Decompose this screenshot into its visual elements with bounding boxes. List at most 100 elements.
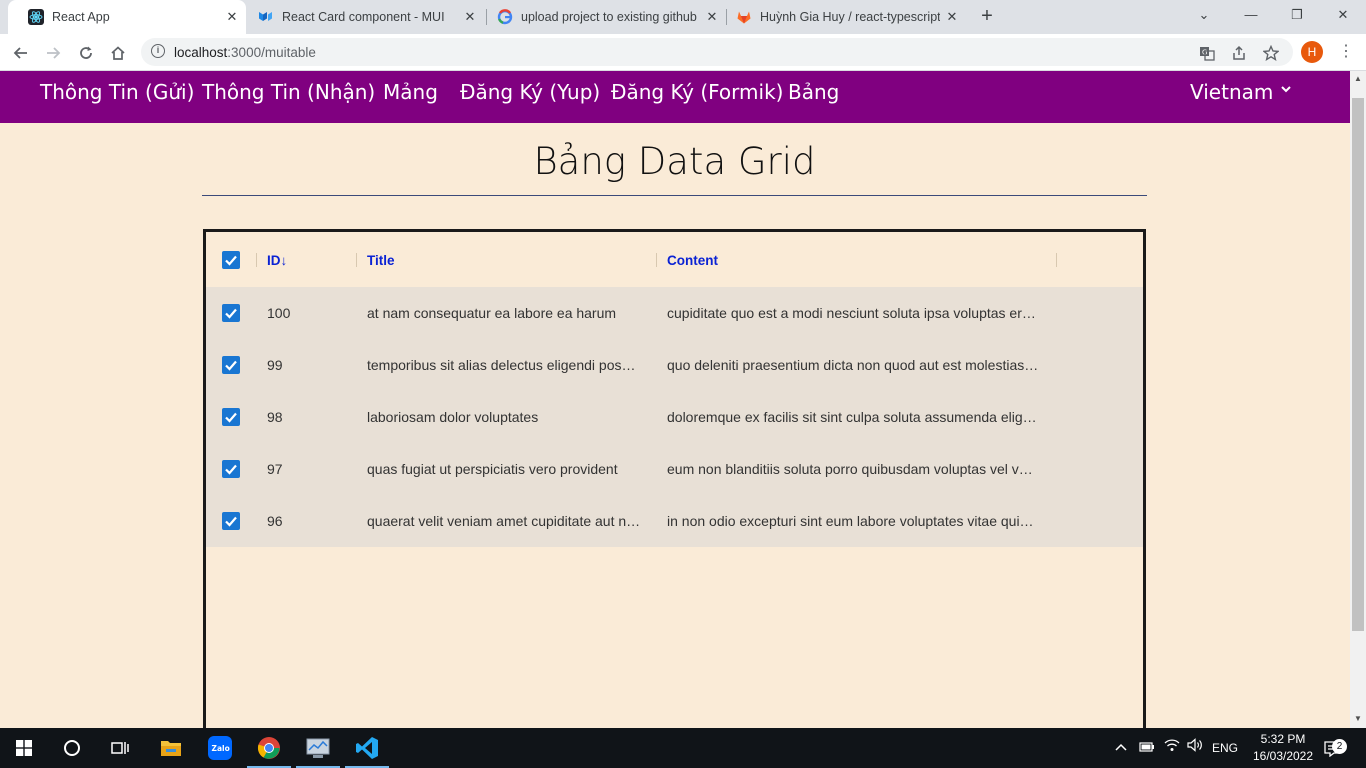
show-hidden-icons-chevron-icon[interactable]	[1114, 728, 1128, 768]
close-tab-icon[interactable]: ✕	[462, 9, 478, 25]
nav-bang[interactable]: Bảng	[788, 71, 839, 123]
task-view-icon[interactable]	[96, 728, 144, 768]
tab-title: upload project to existing github	[521, 10, 697, 24]
browser-tab-strip: React App ✕ React Card component - MUI ✕…	[0, 0, 1366, 34]
tab-google-search[interactable]: upload project to existing github ✕	[477, 0, 726, 34]
column-header-title[interactable]: Title	[367, 253, 395, 268]
select-all-checkbox[interactable]	[222, 251, 240, 269]
page-scrollbar[interactable]: ▲ ▼	[1350, 71, 1366, 728]
row-checkbox[interactable]	[222, 304, 240, 322]
page-title: Bảng Data Grid	[533, 140, 816, 183]
battery-icon[interactable]	[1139, 728, 1155, 768]
cell-id: 100	[267, 305, 291, 321]
cell-content: doloremque ex facilis sit sint culpa sol…	[667, 409, 1037, 425]
nav-thong-tin-gui[interactable]: Thông Tin (Gửi)	[40, 71, 194, 123]
grid-header-row: ID↓ Title Content	[206, 232, 1143, 287]
zalo-icon[interactable]: Zalo	[196, 728, 244, 768]
title-divider	[202, 195, 1147, 196]
tab-mui-card[interactable]: React Card component - MUI ✕	[238, 0, 484, 34]
column-separator[interactable]	[1056, 253, 1057, 267]
react-icon	[28, 9, 44, 25]
row-checkbox[interactable]	[222, 460, 240, 478]
url-path: :3000/muitable	[227, 45, 316, 60]
vscode-icon[interactable]	[343, 728, 391, 768]
row-checkbox[interactable]	[222, 356, 240, 374]
table-row[interactable]: 98 laboriosam dolor voluptates doloremqu…	[206, 391, 1143, 443]
table-row[interactable]: 100 at nam consequatur ea labore ea haru…	[206, 287, 1143, 339]
column-separator[interactable]	[656, 253, 657, 267]
cell-id: 97	[267, 461, 283, 477]
bookmark-star-icon[interactable]	[1262, 44, 1280, 64]
new-tab-button[interactable]: +	[975, 5, 999, 29]
svg-text:Zalo: Zalo	[212, 744, 230, 753]
grid-body: 100 at nam consequatur ea labore ea haru…	[206, 287, 1143, 547]
chevron-down-icon[interactable]	[1280, 81, 1292, 97]
notification-count-badge: 2	[1332, 739, 1347, 754]
system-clock[interactable]: 5:32 PM 16/03/2022	[1248, 731, 1318, 765]
translate-icon[interactable]: G	[1199, 45, 1215, 64]
google-icon	[497, 9, 513, 25]
more-menu-icon[interactable]: ⋮	[1338, 41, 1354, 63]
back-arrow-icon[interactable]	[8, 40, 34, 66]
row-checkbox[interactable]	[222, 408, 240, 426]
table-row[interactable]: 97 quas fugiat ut perspiciatis vero prov…	[206, 443, 1143, 495]
column-header-content[interactable]: Content	[667, 253, 718, 268]
nav-dang-ky-formik[interactable]: Đăng Ký (Formik)	[611, 71, 783, 123]
share-icon[interactable]	[1231, 45, 1247, 64]
nav-mang[interactable]: Mảng	[383, 71, 438, 123]
wifi-icon[interactable]	[1164, 728, 1180, 768]
cell-id: 96	[267, 513, 283, 529]
browser-toolbar: i localhost:3000/muitable G H ⋮	[0, 34, 1366, 71]
forward-arrow-icon[interactable]	[40, 40, 66, 66]
minimize-button[interactable]: —	[1228, 0, 1274, 30]
tab-gitlab[interactable]: Huỳnh Gia Huy / react-typescript ✕	[716, 0, 966, 34]
cell-id: 98	[267, 409, 283, 425]
cell-id: 99	[267, 357, 283, 373]
table-row[interactable]: 99 temporibus sit alias delectus eligend…	[206, 339, 1143, 391]
clock-date: 16/03/2022	[1252, 749, 1314, 763]
close-window-button[interactable]: ✕	[1320, 0, 1366, 30]
profile-avatar[interactable]: H	[1301, 41, 1323, 63]
column-header-id[interactable]: ID↓	[267, 253, 287, 268]
volume-icon[interactable]	[1187, 728, 1203, 768]
file-explorer-icon[interactable]	[147, 728, 195, 768]
sort-arrow-down-icon[interactable]: ↓	[281, 253, 288, 268]
system-monitor-icon[interactable]	[294, 728, 342, 768]
input-language-indicator[interactable]: ENG	[1212, 728, 1238, 768]
tab-react-app[interactable]: React App ✕	[8, 0, 246, 34]
country-select[interactable]: Vietnam	[1190, 71, 1273, 123]
tab-title: React Card component - MUI	[282, 10, 445, 24]
search-icon[interactable]	[48, 728, 96, 768]
table-row[interactable]: 96 quaerat velit veniam amet cupiditate …	[206, 495, 1143, 547]
cell-content: quo deleniti praesentium dicta non quod …	[667, 357, 1039, 373]
cell-content: in non odio excepturi sint eum labore vo…	[667, 513, 1034, 529]
scrollbar-thumb[interactable]	[1352, 98, 1364, 631]
home-icon[interactable]	[105, 40, 131, 66]
mui-icon	[258, 9, 274, 25]
app-navbar: Thông Tin (Gửi) Thông Tin (Nhận) Mảng Đă…	[0, 71, 1350, 123]
scroll-down-arrow-icon[interactable]: ▼	[1350, 714, 1366, 723]
cell-title: laboriosam dolor voluptates	[367, 409, 539, 425]
tab-title: Huỳnh Gia Huy / react-typescript	[760, 10, 940, 24]
chrome-icon[interactable]	[245, 728, 293, 768]
restore-button[interactable]: ❐	[1274, 0, 1320, 30]
cell-title: at nam consequatur ea labore ea harum	[367, 305, 617, 321]
reload-icon[interactable]	[73, 40, 99, 66]
nav-thong-tin-nhan[interactable]: Thông Tin (Nhận)	[202, 71, 375, 123]
url-text: localhost:3000/muitable	[174, 45, 316, 60]
row-checkbox[interactable]	[222, 512, 240, 530]
tab-search-chevron-icon[interactable]: ⌄	[1181, 0, 1227, 30]
tab-title: React App	[52, 10, 110, 24]
column-header-id-label: ID	[267, 253, 281, 268]
cell-title: temporibus sit alias delectus eligendi p…	[367, 357, 636, 373]
close-tab-icon[interactable]: ✕	[944, 9, 960, 25]
scroll-up-arrow-icon[interactable]: ▲	[1350, 74, 1366, 83]
nav-dang-ky-yup[interactable]: Đăng Ký (Yup)	[460, 71, 600, 123]
column-separator[interactable]	[256, 253, 257, 267]
address-bar[interactable]: i localhost:3000/muitable G	[141, 38, 1293, 66]
cell-title: quas fugiat ut perspiciatis vero provide…	[367, 461, 618, 477]
cell-content: cupiditate quo est a modi nesciunt solut…	[667, 305, 1036, 321]
column-separator[interactable]	[356, 253, 357, 267]
windows-start-icon[interactable]	[0, 728, 48, 768]
site-info-icon[interactable]: i	[151, 44, 165, 58]
